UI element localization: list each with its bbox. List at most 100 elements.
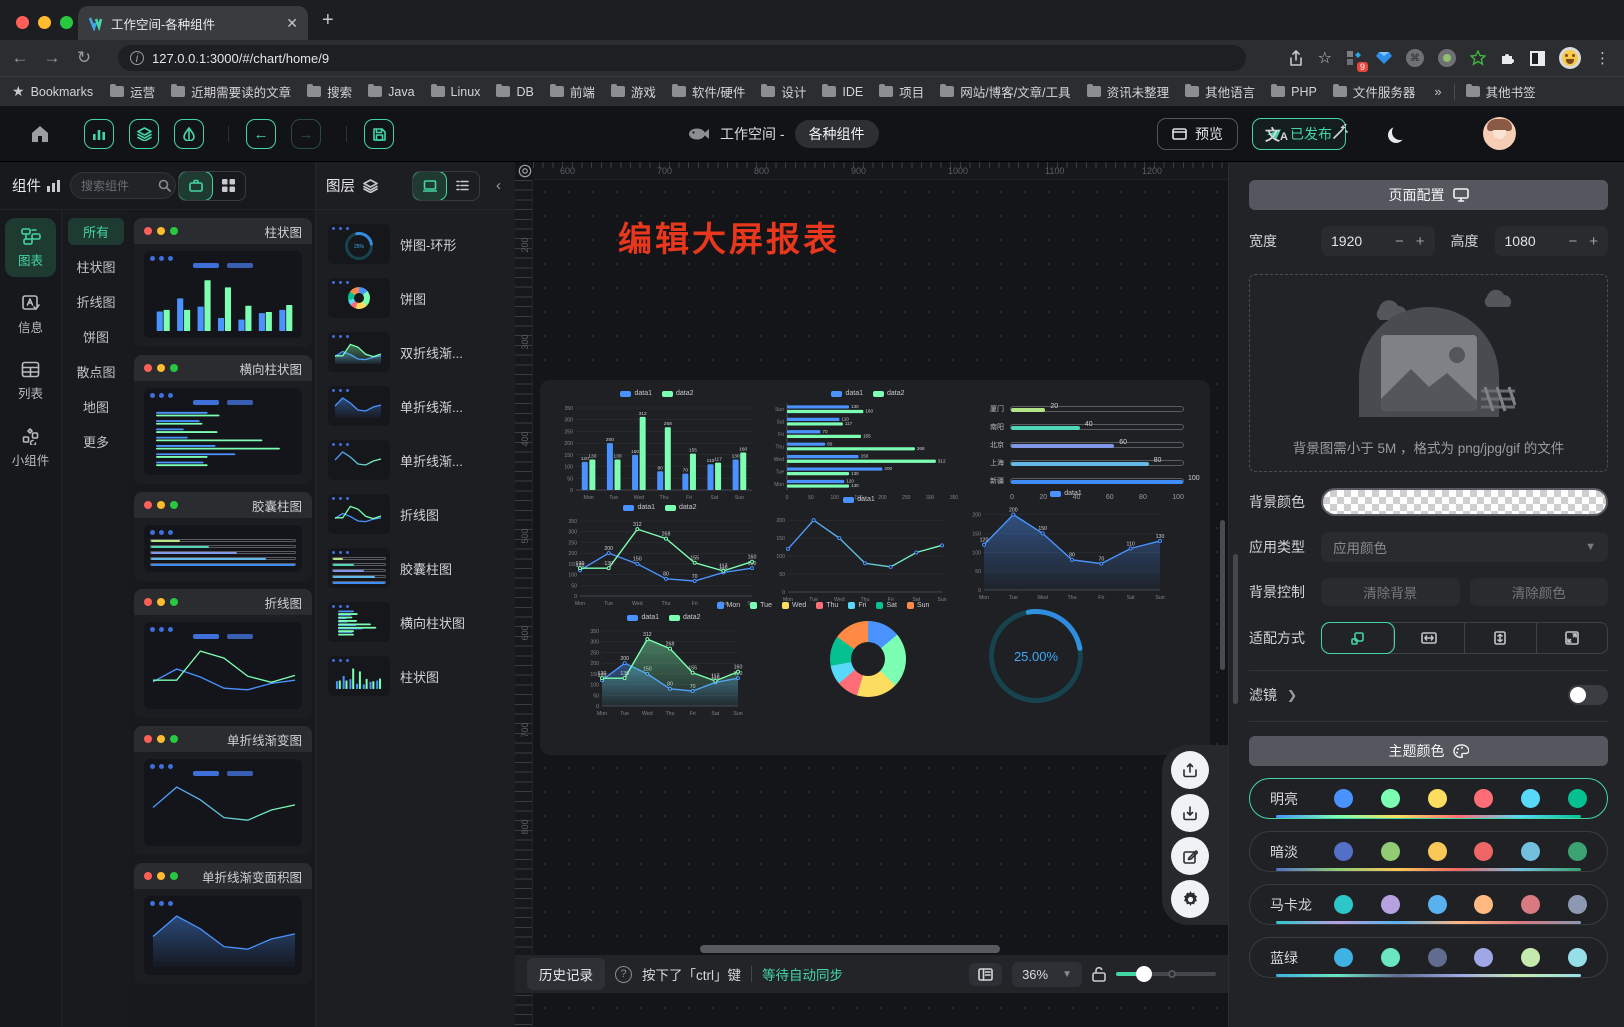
canvas-chart-ring[interactable]: 25.00% — [988, 608, 1084, 704]
background-upload-dropzone[interactable]: 背景图需小于 5M ，格式为 png/jpg/gif 的文件 — [1249, 274, 1608, 472]
category-6[interactable]: 更多 — [68, 428, 124, 455]
grid-view-button[interactable] — [212, 172, 245, 200]
legend-item[interactable]: Sun — [907, 602, 929, 609]
layers-tool-button[interactable] — [129, 119, 159, 149]
recorder-extension-icon[interactable] — [1438, 49, 1456, 67]
help-icon[interactable]: ? — [615, 966, 632, 983]
redo-button[interactable]: → — [291, 119, 321, 149]
bookmark-folder[interactable]: Linux — [424, 82, 488, 102]
project-name-badge[interactable]: 各种组件 — [795, 120, 879, 148]
dashboard-title-text[interactable]: 编辑大屏报表 — [618, 212, 840, 261]
sidebar-tab-2[interactable]: 列表 — [5, 352, 56, 410]
tab-manager-extension-icon[interactable]: 9 — [1346, 50, 1362, 66]
settings-scrollbar[interactable] — [1233, 554, 1238, 704]
legend-item[interactable]: Fri — [848, 602, 866, 609]
width-minus-button[interactable]: − — [1395, 233, 1404, 250]
theme-row-马卡龙[interactable]: 马卡龙 — [1249, 884, 1608, 925]
layer-item[interactable]: 25% 饼图-环形 — [328, 224, 505, 264]
theme-row-蓝绿[interactable]: 蓝绿 — [1249, 937, 1608, 978]
legend-item[interactable]: data1 — [831, 390, 863, 397]
bg-color-swatch[interactable] — [1321, 488, 1608, 516]
layer-item[interactable]: 双折线渐... — [328, 332, 505, 372]
fit-height-button[interactable] — [1465, 623, 1537, 653]
site-info-icon[interactable]: i — [130, 51, 144, 65]
bookmark-folder[interactable]: 搜索 — [300, 79, 359, 104]
height-plus-button[interactable]: + — [1589, 233, 1598, 250]
bookmark-folder[interactable]: 前端 — [543, 79, 602, 104]
unlock-icon[interactable] — [1092, 966, 1106, 982]
bookmark-folder[interactable]: 资讯未整理 — [1080, 79, 1177, 104]
height-stepper[interactable]: 1080−+ — [1495, 226, 1609, 256]
zoom-slider[interactable] — [1116, 972, 1216, 976]
star-extension-icon[interactable] — [1470, 50, 1486, 66]
component-card[interactable]: 柱状图 — [134, 218, 312, 347]
layer-item[interactable]: 横向柱状图 — [328, 602, 505, 642]
dashboard-preview[interactable]: data1data2050100150200250300350MonTueWed… — [540, 380, 1210, 755]
bookmark-folder[interactable]: PHP — [1264, 82, 1324, 102]
download-action-button[interactable] — [1171, 794, 1209, 832]
component-card[interactable]: 单折线渐变图 — [134, 726, 312, 855]
translate-icon[interactable]: 文A — [1265, 124, 1288, 145]
canvas-horizontal-scrollbar[interactable] — [700, 945, 1000, 953]
canvas-chart-line-gradient[interactable]: data1050100150200MonTueWedThuFriSatSun — [768, 496, 950, 604]
layer-item[interactable]: 胶囊柱图 — [328, 548, 505, 588]
legend-item[interactable]: Tue — [750, 602, 772, 609]
category-5[interactable]: 地图 — [68, 393, 124, 420]
edit-action-button[interactable] — [1171, 837, 1209, 875]
component-card[interactable]: 横向柱状图 — [134, 355, 312, 484]
component-card[interactable]: 胶囊柱图 — [134, 492, 312, 581]
clear-color-button[interactable]: 清除颜色 — [1470, 578, 1609, 606]
home-icon[interactable] — [30, 125, 50, 143]
legend-item[interactable]: data1 — [1050, 490, 1082, 497]
design-canvas[interactable]: 6007008009001000110012001300 20030040050… — [515, 162, 1228, 1027]
ruler-eye-icon[interactable] — [518, 164, 532, 178]
canvas-chart-area[interactable]: data1050100150200MonTueWedThuFriSatSun12… — [964, 490, 1168, 602]
share-icon[interactable] — [1288, 50, 1304, 67]
layer-item[interactable]: 饼图 — [328, 278, 505, 318]
magic-wand-icon[interactable] — [1330, 124, 1348, 142]
legend-item[interactable]: data2 — [665, 504, 697, 511]
canvas-chart-hbar[interactable]: data1data2SunSatFriThuWedTueMon050100150… — [766, 390, 970, 502]
filter-toggle[interactable] — [1568, 685, 1608, 705]
legend-item[interactable]: data2 — [662, 390, 694, 397]
legend-item[interactable]: Sat — [876, 602, 897, 609]
command-extension-icon[interactable]: ⌘ — [1406, 49, 1424, 67]
bookmark-folder[interactable]: Java — [361, 82, 421, 102]
bookmark-folder[interactable]: 游戏 — [604, 79, 663, 104]
layout-toggle-button[interactable] — [969, 963, 1002, 986]
macos-close-button[interactable] — [16, 16, 29, 29]
bookmark-star-icon[interactable]: ☆ — [1318, 48, 1332, 68]
charts-tool-button[interactable] — [84, 119, 114, 149]
bookmark-folder[interactable]: 近期需要读的文章 — [164, 79, 298, 104]
category-3[interactable]: 饼图 — [68, 323, 124, 350]
legend-item[interactable]: Mon — [717, 602, 741, 609]
canvas-chart-capsule[interactable]: 厦门20南阳40北京60上海80新疆100020406080100 — [976, 396, 1196, 504]
legend-item[interactable]: data1 — [623, 504, 655, 511]
bookmark-folder[interactable]: 运营 — [103, 79, 162, 104]
height-minus-button[interactable]: − — [1568, 233, 1577, 250]
legend-item[interactable]: data1 — [843, 496, 875, 503]
bookmark-folder[interactable]: IDE — [815, 82, 870, 102]
tab-close-icon[interactable]: ✕ — [286, 15, 298, 32]
category-0[interactable]: 所有 — [68, 218, 124, 245]
browser-menu-icon[interactable]: ⋮ — [1595, 49, 1610, 67]
undo-button[interactable]: ← — [246, 119, 276, 149]
fit-width-button[interactable] — [1394, 623, 1466, 653]
canvas-chart-line[interactable]: data1data2050100150200250300350MonTueWed… — [560, 504, 760, 608]
zoom-slider-knob[interactable] — [1136, 966, 1152, 982]
legend-item[interactable]: Wed — [782, 602, 806, 609]
sidebar-tab-3[interactable]: 小组件 — [5, 418, 56, 477]
component-card[interactable]: 折线图 — [134, 589, 312, 718]
legend-item[interactable]: data1 — [620, 390, 652, 397]
bookmark-folder[interactable]: 文件服务器 — [1326, 79, 1423, 104]
zoom-select[interactable]: 36%▼ — [1012, 962, 1082, 987]
width-plus-button[interactable]: + — [1416, 233, 1425, 250]
browser-tab[interactable]: 工作空间-各种组件 ✕ — [78, 6, 308, 40]
category-1[interactable]: 柱状图 — [68, 253, 124, 280]
preview-button[interactable]: 预览 — [1157, 118, 1238, 150]
app-type-select[interactable]: 应用颜色▼ — [1321, 532, 1608, 562]
address-bar[interactable]: i 127.0.0.1:3000/#/chart/home/9 — [118, 45, 1246, 71]
canvas-chart-bar[interactable]: data1data2050100150200250300350MonTueWed… — [556, 390, 758, 502]
bookmark-folder[interactable]: 软件/硬件 — [665, 79, 752, 104]
split-view-extension-icon[interactable] — [1530, 51, 1545, 66]
